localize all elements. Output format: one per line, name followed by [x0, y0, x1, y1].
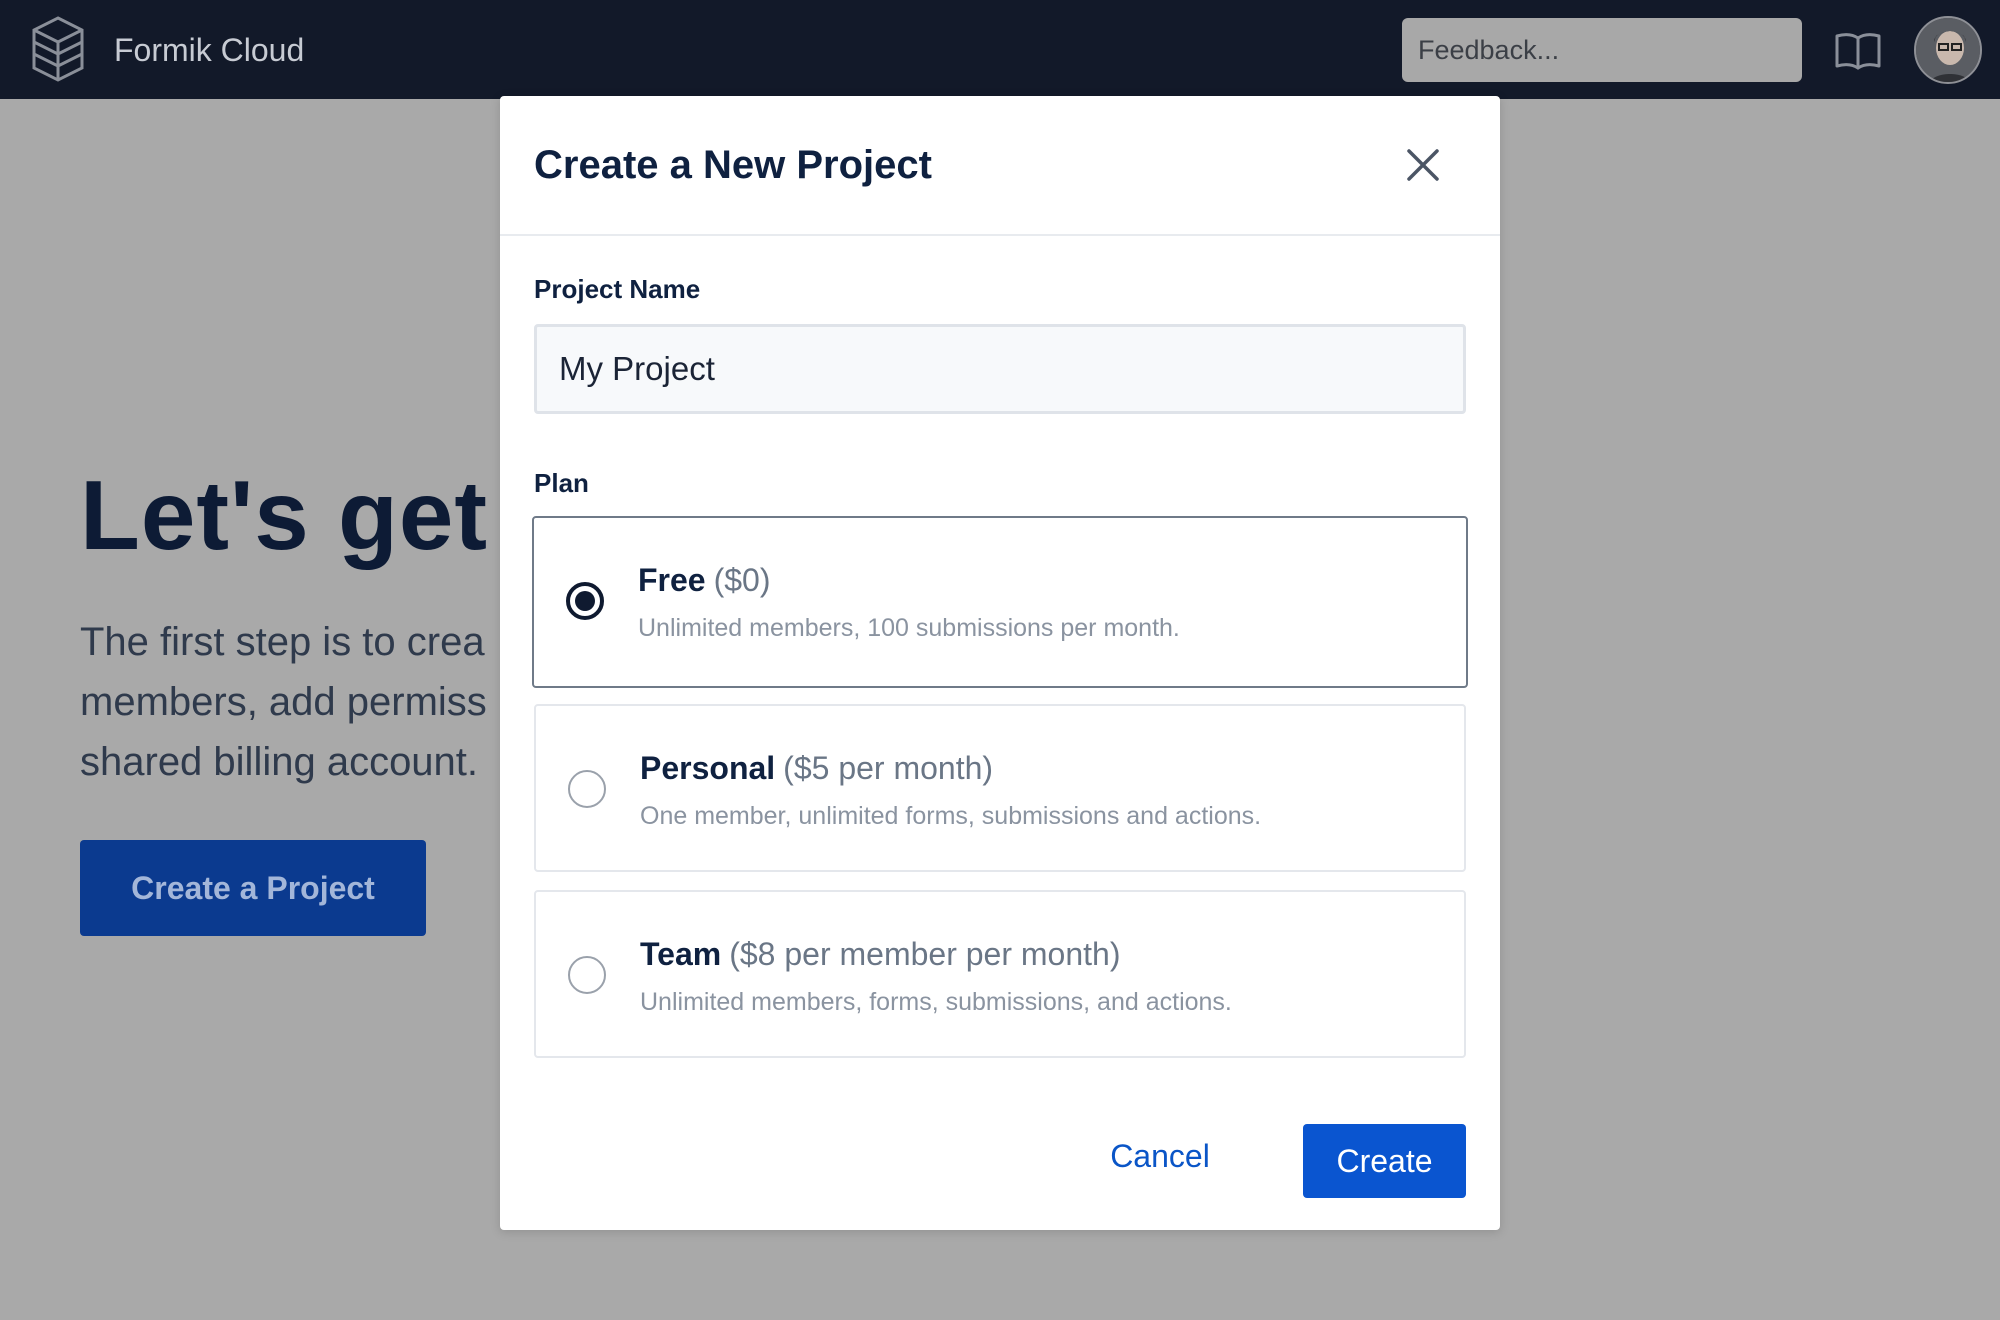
create-button[interactable]: Create: [1303, 1124, 1466, 1198]
plan-option-free[interactable]: Free ($0) Unlimited members, 100 submissi…: [532, 516, 1468, 688]
plan-title: Free ($0): [638, 560, 771, 600]
plan-name: Free: [638, 562, 706, 598]
plan-option-personal[interactable]: Personal ($5 per month) One member, unlim…: [534, 704, 1466, 872]
plan-name: Personal: [640, 750, 776, 786]
top-navigation-bar: Formik Cloud: [0, 0, 2000, 99]
hero-text-line: members, add permiss: [80, 680, 487, 724]
hero-text-line: shared billing account.: [80, 740, 479, 784]
cancel-button[interactable]: Cancel: [1090, 1126, 1230, 1186]
plan-name: Team: [640, 936, 722, 972]
hero-text-line: The first step is to crea: [80, 620, 485, 664]
plan-description: Unlimited members, forms, submissions, a…: [640, 988, 1232, 1016]
modal-header: Create a New Project: [500, 96, 1500, 236]
create-project-button[interactable]: Create a Project: [80, 840, 426, 936]
plan-option-team[interactable]: Team ($8 per member per month) Unlimited …: [534, 890, 1466, 1058]
feedback-input[interactable]: [1402, 18, 1802, 82]
avatar-face-icon: [1916, 18, 1980, 82]
formik-logo-icon[interactable]: [30, 14, 86, 84]
hero-description: The first step is to crea members, add p…: [80, 612, 550, 792]
close-button[interactable]: [1400, 142, 1446, 188]
plan-description: Unlimited members, 100 submissions per m…: [638, 614, 1180, 642]
plan-radio-team[interactable]: [568, 956, 606, 994]
plan-price: ($5 per month): [783, 750, 994, 786]
app-title[interactable]: Formik Cloud: [114, 30, 304, 70]
plan-radio-personal[interactable]: [568, 770, 606, 808]
modal-title: Create a New Project: [534, 143, 932, 187]
plan-radio-free[interactable]: [566, 582, 604, 620]
plan-label: Plan: [534, 468, 589, 498]
plan-description: One member, unlimited forms, submissions…: [640, 802, 1262, 830]
plan-price: ($0): [713, 562, 771, 598]
project-name-input[interactable]: [534, 324, 1466, 414]
create-project-modal: Create a New Project Project Name Plan F…: [500, 96, 1500, 1230]
plan-title: Personal ($5 per month): [640, 748, 993, 788]
book-open-icon[interactable]: [1834, 30, 1882, 72]
project-name-label: Project Name: [534, 274, 701, 304]
close-icon: [1407, 149, 1439, 181]
user-avatar[interactable]: [1914, 16, 1982, 84]
plan-title: Team ($8 per member per month): [640, 934, 1120, 974]
hero-heading: Let's get: [80, 460, 489, 570]
plan-price: ($8 per member per month): [729, 936, 1121, 972]
